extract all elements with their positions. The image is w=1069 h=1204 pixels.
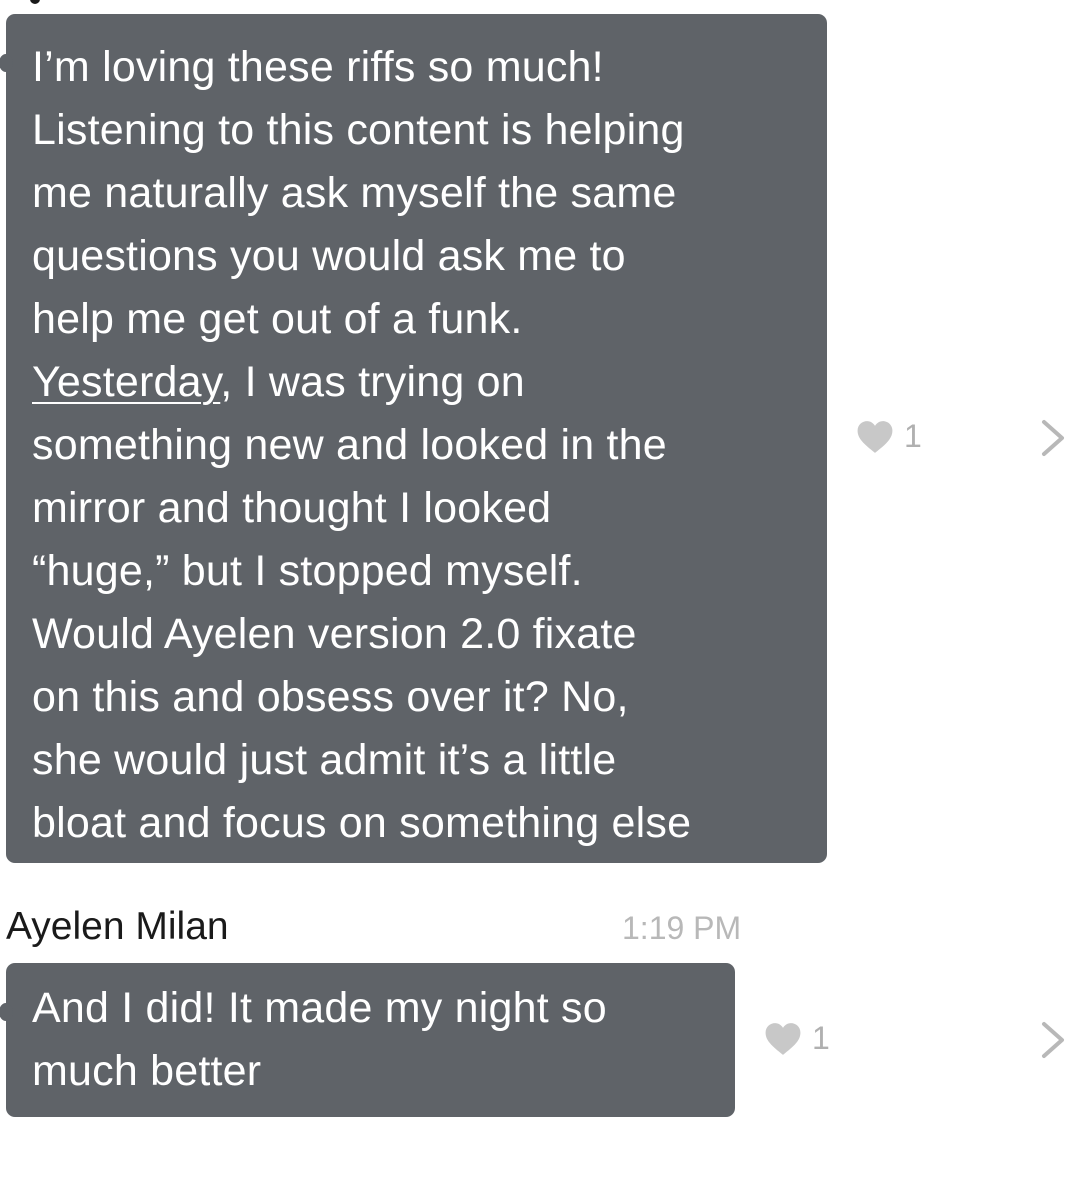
message-text-line: me naturally ask myself the same bbox=[32, 169, 677, 217]
message-text-line: bloat and focus on something else bbox=[32, 799, 692, 847]
message-text-line: questions you would ask me to bbox=[32, 232, 626, 280]
message-text-line: mirror and thought I looked bbox=[32, 484, 552, 532]
chevron-right-icon[interactable] bbox=[1038, 418, 1069, 458]
message-bubble[interactable]: And I did! It made my night so much bett… bbox=[0, 963, 735, 1117]
message-text-line: Listening to this content is helping bbox=[32, 106, 685, 154]
date-link[interactable]: Yesterday bbox=[32, 358, 220, 406]
like-button[interactable]: 1 bbox=[856, 418, 922, 455]
like-count: 1 bbox=[812, 1020, 830, 1056]
chevron-right-icon[interactable] bbox=[1038, 1020, 1069, 1060]
message-text-line: I’m loving these riffs so much! bbox=[32, 43, 604, 91]
heart-icon bbox=[857, 420, 893, 453]
heart-icon bbox=[765, 1022, 801, 1055]
message-bubble[interactable]: I’m loving these riffs so much! Listenin… bbox=[0, 14, 827, 863]
sender-name-cutoff bbox=[30, 0, 40, 4]
message-text-fragment: , I was trying on bbox=[220, 358, 525, 406]
message-text-line: Yesterday, I was trying on bbox=[32, 351, 809, 414]
message-text-line: on this and obsess over it? No, bbox=[32, 673, 629, 721]
message-text-line: she would just admit it’s a little bbox=[32, 736, 617, 784]
message-text-line: something new and looked in the bbox=[32, 421, 667, 469]
sender-name[interactable]: Ayelen Milan bbox=[6, 905, 229, 949]
message-text-line: And I did! It made my night so bbox=[32, 984, 607, 1032]
message-text-line: “huge,” but I stopped myself. bbox=[32, 547, 583, 595]
like-button[interactable]: 1 bbox=[764, 1020, 830, 1057]
like-count: 1 bbox=[904, 418, 922, 454]
message-timestamp: 1:19 PM bbox=[622, 910, 742, 946]
message-text-line: help me get out of a funk. bbox=[32, 295, 523, 343]
message-text-line: Would Ayelen version 2.0 fixate bbox=[32, 610, 637, 658]
message-text-line: much better bbox=[32, 1047, 262, 1095]
